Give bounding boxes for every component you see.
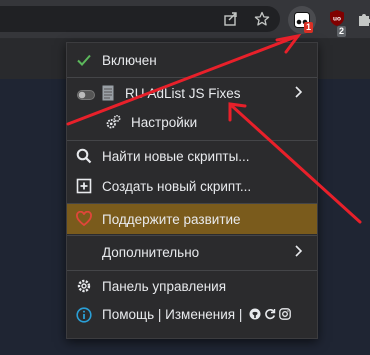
menu-divider <box>67 235 317 236</box>
gear-icon <box>76 278 92 294</box>
star-icon[interactable] <box>253 10 271 28</box>
check-icon <box>76 52 92 68</box>
search-icon <box>76 148 92 164</box>
script-file-icon <box>102 85 114 104</box>
tampermonkey-badge: 1 <box>304 22 314 33</box>
heart-icon <box>76 211 92 227</box>
info-icon <box>76 307 92 323</box>
script-name-label: RU AdList JS Fixes <box>125 85 241 101</box>
menu-item-settings[interactable]: Настройки <box>67 107 317 137</box>
chevron-right-icon <box>293 245 303 260</box>
ublock-icon[interactable]: uo <box>328 9 346 27</box>
refresh-icon[interactable] <box>264 308 276 323</box>
menu-item-label: Найти новые скрипты... <box>102 148 250 164</box>
menu-item-support[interactable]: Поддержите развитие <box>67 204 317 234</box>
browser-toolbar: 1 uo 2 <box>0 0 370 39</box>
menu-item-label: Поддержите развитие <box>102 211 241 227</box>
chevron-right-icon <box>293 86 303 101</box>
help-changes-link[interactable]: Помощь | Изменения | <box>102 307 242 322</box>
menu-item-advanced[interactable]: Дополнительно <box>67 237 317 267</box>
menu-item-label: Включен <box>102 52 157 68</box>
gears-icon <box>105 114 121 130</box>
tampermonkey-menu: Включен RU AdList JS Fixes Настройки Най… <box>66 42 318 339</box>
puzzle-icon[interactable] <box>356 10 370 28</box>
menu-item-help: Помощь | Изменения | <box>67 300 317 330</box>
ublock-badge: 2 <box>337 26 347 37</box>
github-icon[interactable] <box>249 308 261 323</box>
tampermonkey-extension-button[interactable]: 1 <box>288 6 316 34</box>
toggle-icon[interactable] <box>77 88 95 103</box>
share-icon[interactable] <box>222 10 240 28</box>
help-links: Помощь | Изменения | <box>102 307 291 323</box>
plus-square-icon <box>76 178 92 194</box>
menu-item-find-scripts[interactable]: Найти новые скрипты... <box>67 141 317 171</box>
instagram-icon[interactable] <box>279 308 291 323</box>
menu-item-label: Создать новый скрипт... <box>102 178 252 194</box>
menu-item-label: Дополнительно <box>102 244 200 260</box>
menu-item-enabled[interactable]: Включен <box>67 45 317 75</box>
svg-text:uo: uo <box>333 16 341 23</box>
menu-item-create-script[interactable]: Создать новый скрипт... <box>67 171 317 201</box>
menu-item-dashboard[interactable]: Панель управления <box>67 271 317 301</box>
menu-item-label: Настройки <box>131 114 198 130</box>
menu-item-script-ru-adlist[interactable]: RU AdList JS Fixes <box>67 78 317 108</box>
menu-item-label: Панель управления <box>102 278 227 294</box>
